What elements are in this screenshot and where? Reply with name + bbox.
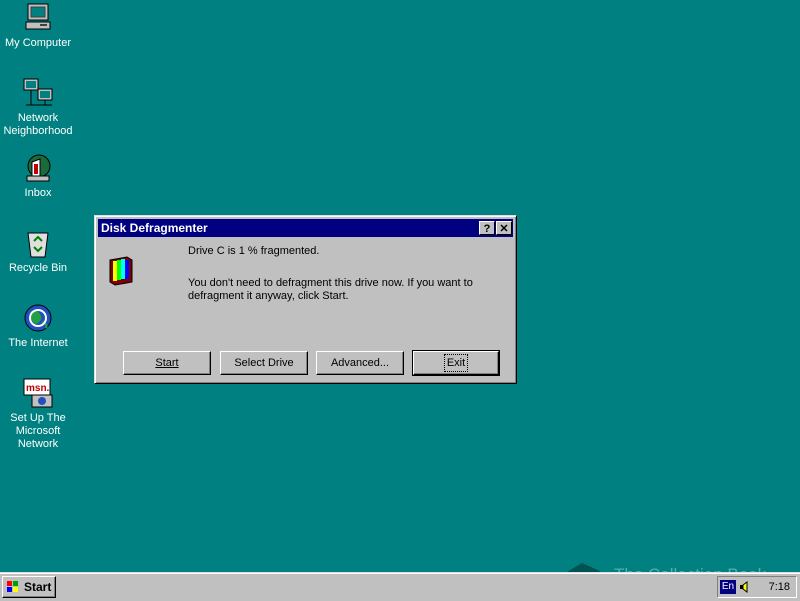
select-drive-button[interactable]: Select Drive [220,351,308,375]
start-button[interactable]: Start [123,351,211,375]
speaker-icon[interactable] [739,580,751,594]
advice-line-1: You don't need to defragment this drive … [188,277,473,289]
dialog-title-bar[interactable]: Disk Defragmenter ? ✕ [98,219,513,237]
system-tray: En 7:18 [717,576,797,598]
icon-label: Inbox [24,187,52,199]
exit-button[interactable]: Exit [412,350,500,376]
start-label: Start [24,580,52,594]
dialog-title: Disk Defragmenter [101,221,208,235]
windows-flag-icon [7,581,19,593]
internet-globe-icon [22,302,54,334]
my-computer-icon [22,2,54,34]
recycle-bin-icon [22,227,54,259]
icon-label: Recycle Bin [8,262,68,274]
start-menu-button[interactable]: Start [2,576,56,598]
close-button[interactable]: ✕ [496,221,512,235]
exit-button-label: Exit [443,354,469,372]
desktop-icon-network-neighborhood[interactable]: Network Neighborhood [0,77,76,138]
desktop-icon-msn-setup[interactable]: msn. Set Up The Microsoft Network [0,377,76,451]
taskbar: Start En 7:18 [0,572,800,601]
svg-text:msn.: msn. [26,383,50,394]
language-indicator[interactable]: En [720,580,736,594]
icon-label: Set Up The Microsoft Network [10,412,66,450]
fragmentation-status: Drive C is 1 % fragmented. [188,245,320,257]
select-drive-button-label: Select Drive [234,357,294,369]
desktop-icon-the-internet[interactable]: The Internet [0,302,76,350]
icon-label: The Internet [8,337,68,349]
advanced-button-label: Advanced... [330,357,390,369]
disk-defragmenter-dialog: Disk Defragmenter ? ✕ Drive C is 1 % fra… [94,215,517,384]
desktop-icon-my-computer[interactable]: My Computer [0,2,76,50]
desktop-icon-recycle-bin[interactable]: Recycle Bin [0,227,76,275]
help-button[interactable]: ? [479,221,495,235]
desktop-icon-inbox[interactable]: Inbox [0,152,76,200]
defragmenter-icon [107,254,135,286]
icon-label: Network Neighborhood [3,112,73,137]
network-neighborhood-icon [22,77,54,109]
inbox-icon [22,152,54,184]
msn-icon: msn. [22,377,54,409]
clock[interactable]: 7:18 [769,581,790,593]
advice-line-2: defragment it anyway, click Start. [188,290,349,302]
advanced-button[interactable]: Advanced... [316,351,404,375]
start-button-label: Start [155,357,179,369]
icon-label: My Computer [4,37,72,49]
